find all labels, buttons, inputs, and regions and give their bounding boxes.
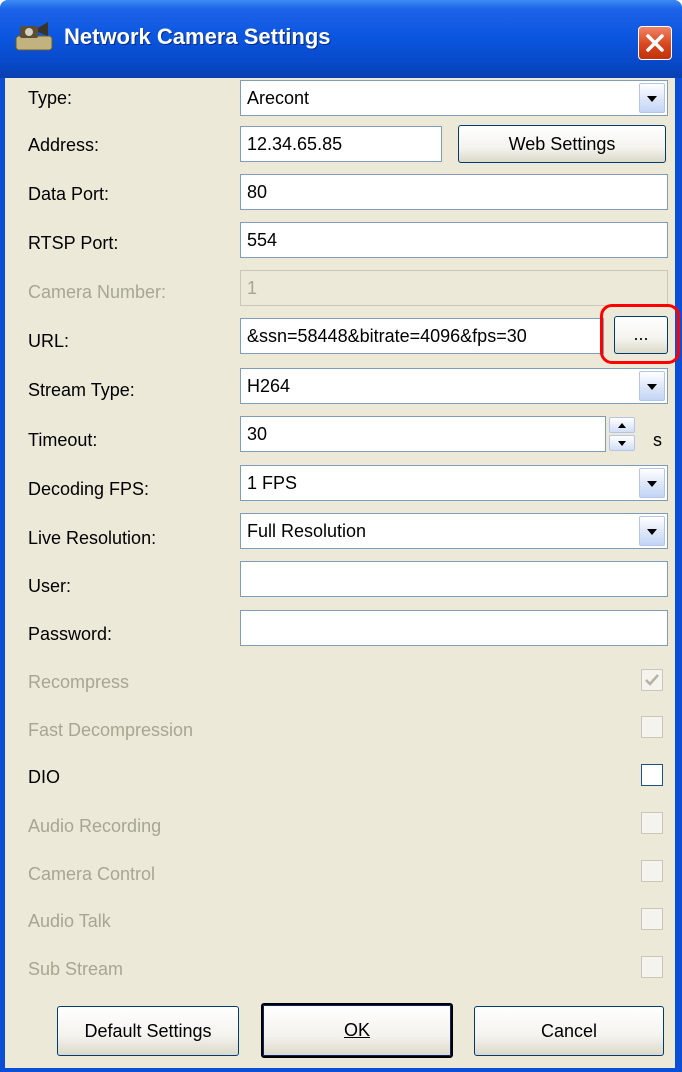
close-button[interactable] — [638, 26, 672, 60]
dio-checkbox[interactable] — [641, 764, 663, 786]
decoding-fps-label: Decoding FPS: — [28, 479, 150, 499]
cancel-button[interactable]: Cancel — [474, 1006, 664, 1056]
address-label: Address: — [28, 135, 100, 155]
type-value: Arecont — [247, 88, 310, 108]
camera-number-input: 1 — [240, 270, 668, 306]
chevron-down-icon — [618, 441, 626, 446]
timeout-input[interactable]: 30 — [240, 416, 606, 452]
web-settings-label: Web Settings — [508, 134, 616, 154]
fast-decompression-checkbox — [641, 716, 663, 738]
spin-up-button[interactable] — [609, 417, 635, 433]
close-icon — [646, 34, 664, 52]
address-input[interactable]: 12.34.65.85 — [240, 126, 442, 162]
spin-down-button[interactable] — [609, 435, 635, 451]
chevron-down-icon — [647, 384, 657, 390]
type-label: Type: — [28, 88, 73, 108]
chevron-down-icon — [647, 96, 657, 102]
password-input[interactable] — [240, 610, 668, 646]
camera-control-label: Camera Control — [28, 864, 156, 884]
live-resolution-dropdown-button[interactable] — [639, 516, 665, 546]
live-resolution-label: Live Resolution: — [28, 528, 157, 548]
ok-label: OK — [343, 1020, 370, 1040]
timeout-spinner — [607, 416, 637, 452]
fast-decompression-label: Fast Decompression — [28, 720, 194, 740]
default-settings-label: Default Settings — [84, 1021, 212, 1041]
stream-type-value: H264 — [247, 376, 291, 396]
cancel-label: Cancel — [540, 1021, 598, 1041]
window-title: Network Camera Settings — [64, 24, 331, 49]
password-label: Password: — [28, 624, 113, 644]
ok-button[interactable]: OK — [261, 1003, 453, 1058]
stream-type-dropdown[interactable]: H264 — [240, 368, 668, 404]
stream-type-dropdown-button[interactable] — [639, 371, 665, 401]
default-settings-button[interactable]: Default Settings — [57, 1006, 239, 1056]
checkmark-icon — [645, 674, 659, 686]
live-resolution-value: Full Resolution — [247, 521, 367, 541]
user-label: User: — [28, 576, 72, 596]
url-input[interactable]: &ssn=58448&bitrate=4096&fps=30 — [240, 318, 604, 354]
sub-stream-checkbox — [641, 956, 663, 978]
chevron-up-icon — [618, 423, 626, 428]
recompress-label: Recompress — [28, 672, 130, 692]
timeout-unit: s — [653, 430, 662, 450]
url-label: URL: — [28, 331, 70, 351]
decoding-fps-dropdown[interactable]: 1 FPS — [240, 465, 668, 501]
timeout-value: 30 — [247, 424, 268, 444]
type-dropdown-button[interactable] — [639, 83, 665, 113]
chevron-down-icon — [647, 529, 657, 535]
sub-stream-label: Sub Stream — [28, 959, 124, 979]
rtsp-port-label: RTSP Port: — [28, 233, 119, 253]
data-port-value: 80 — [247, 182, 268, 202]
user-input[interactable] — [240, 561, 668, 597]
camera-app-icon — [15, 22, 53, 51]
chevron-down-icon — [647, 481, 657, 487]
live-resolution-dropdown[interactable]: Full Resolution — [240, 513, 668, 549]
network-camera-settings-window: Network Camera Settings Type: Arecont Ad… — [0, 0, 682, 1072]
dio-label: DIO — [28, 767, 61, 787]
audio-talk-label: Audio Talk — [28, 911, 111, 931]
audio-recording-label: Audio Recording — [28, 816, 162, 836]
rtsp-port-input[interactable]: 554 — [240, 222, 668, 258]
data-port-input[interactable]: 80 — [240, 174, 668, 210]
camera-number-label: Camera Number: — [28, 282, 167, 302]
recompress-checkbox — [641, 669, 663, 691]
highlight-annotation — [600, 304, 680, 364]
timeout-label: Timeout: — [28, 430, 98, 450]
data-port-label: Data Port: — [28, 184, 110, 204]
audio-recording-checkbox — [641, 812, 663, 834]
address-value: 12.34.65.85 — [247, 134, 343, 154]
decoding-fps-value: 1 FPS — [247, 473, 298, 493]
stream-type-label: Stream Type: — [28, 380, 135, 400]
title-bar[interactable]: Network Camera Settings — [0, 0, 682, 78]
camera-control-checkbox — [641, 860, 663, 882]
type-dropdown[interactable]: Arecont — [240, 80, 668, 116]
url-value: &ssn=58448&bitrate=4096&fps=30 — [247, 326, 527, 346]
camera-number-value: 1 — [247, 278, 258, 298]
audio-talk-checkbox — [641, 908, 663, 930]
decoding-fps-dropdown-button[interactable] — [639, 468, 665, 498]
rtsp-port-value: 554 — [247, 230, 278, 250]
web-settings-button[interactable]: Web Settings — [458, 125, 666, 163]
